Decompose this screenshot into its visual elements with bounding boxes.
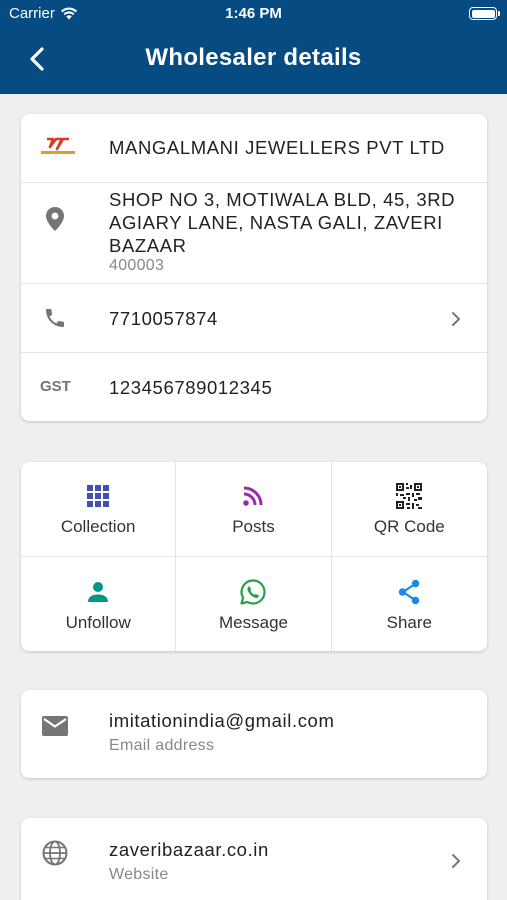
details-card: MANGALMANI JEWELLERS PVT LTD SHOP NO 3, … — [21, 114, 487, 421]
app-bar: Carrier 1:46 PM Wholesaler details — [0, 0, 507, 94]
message-button[interactable]: Message — [176, 557, 332, 651]
address-block: SHOP NO 3, MOTIWALA BLD, 45, 3RD AGIARY … — [109, 188, 463, 277]
website-card[interactable]: zaveribazaar.co.in Website — [21, 818, 487, 900]
company-name: MANGALMANI JEWELLERS PVT LTD — [109, 137, 445, 158]
phone-icon — [41, 304, 69, 332]
person-icon — [88, 581, 109, 602]
collection-button[interactable]: Collection — [21, 462, 177, 557]
phone-row[interactable]: 7710057874 — [21, 284, 487, 353]
email-block: imitationindia@gmail.com Email address — [109, 710, 467, 755]
email-card[interactable]: imitationindia@gmail.com Email address — [21, 690, 487, 778]
address-text: SHOP NO 3, MOTIWALA BLD, 45, 3RD AGIARY … — [109, 189, 456, 256]
globe-icon — [41, 839, 69, 867]
share-button[interactable]: Share — [332, 557, 487, 651]
share-icon — [399, 579, 420, 604]
battery-icon — [469, 7, 500, 20]
gst-number: 123456789012345 — [109, 377, 273, 398]
message-label: Message — [219, 612, 288, 632]
website-label: Website — [109, 866, 169, 883]
posts-button[interactable]: Posts — [176, 462, 332, 557]
email-label: Email address — [109, 737, 215, 754]
address-row: SHOP NO 3, MOTIWALA BLD, 45, 3RD AGIARY … — [21, 183, 487, 284]
rss-icon — [243, 486, 263, 506]
share-label: Share — [386, 612, 432, 632]
email-value: imitationindia@gmail.com — [109, 710, 335, 731]
chevron-right-icon — [452, 312, 460, 326]
grid-icon — [87, 485, 110, 507]
unfollow-label: Unfollow — [65, 612, 131, 632]
location-pin-icon — [41, 205, 69, 233]
status-time: 1:46 PM — [225, 5, 282, 22]
qr-code-label: QR Code — [373, 517, 445, 536]
collection-label: Collection — [60, 517, 136, 536]
website-row[interactable]: zaveribazaar.co.in Website — [21, 818, 487, 900]
unfollow-button[interactable]: Unfollow — [21, 557, 177, 651]
chevron-right-icon — [452, 854, 460, 868]
qr-code-icon — [396, 483, 423, 509]
gst-row: GST 123456789012345 — [21, 353, 487, 421]
gst-label: GST — [40, 378, 71, 395]
name-row: MANGALMANI JEWELLERS PVT LTD — [21, 114, 487, 183]
email-row[interactable]: imitationindia@gmail.com Email address — [21, 690, 487, 778]
page-title: Wholesaler details — [145, 44, 362, 71]
posts-label: Posts — [232, 517, 275, 536]
whatsapp-icon — [240, 578, 267, 605]
website-value: zaveribazaar.co.in — [109, 839, 269, 860]
company-logo — [39, 136, 77, 158]
email-icon — [41, 714, 69, 738]
phone-number: 7710057874 — [109, 308, 218, 329]
pincode-text: 400003 — [109, 257, 165, 274]
actions-card: Collection Posts QR Code Unfollow Messag… — [21, 462, 487, 651]
website-block: zaveribazaar.co.in Website — [109, 839, 447, 884]
status-bar: Carrier 1:46 PM — [0, 0, 507, 28]
qr-code-button[interactable]: QR Code — [331, 462, 487, 557]
